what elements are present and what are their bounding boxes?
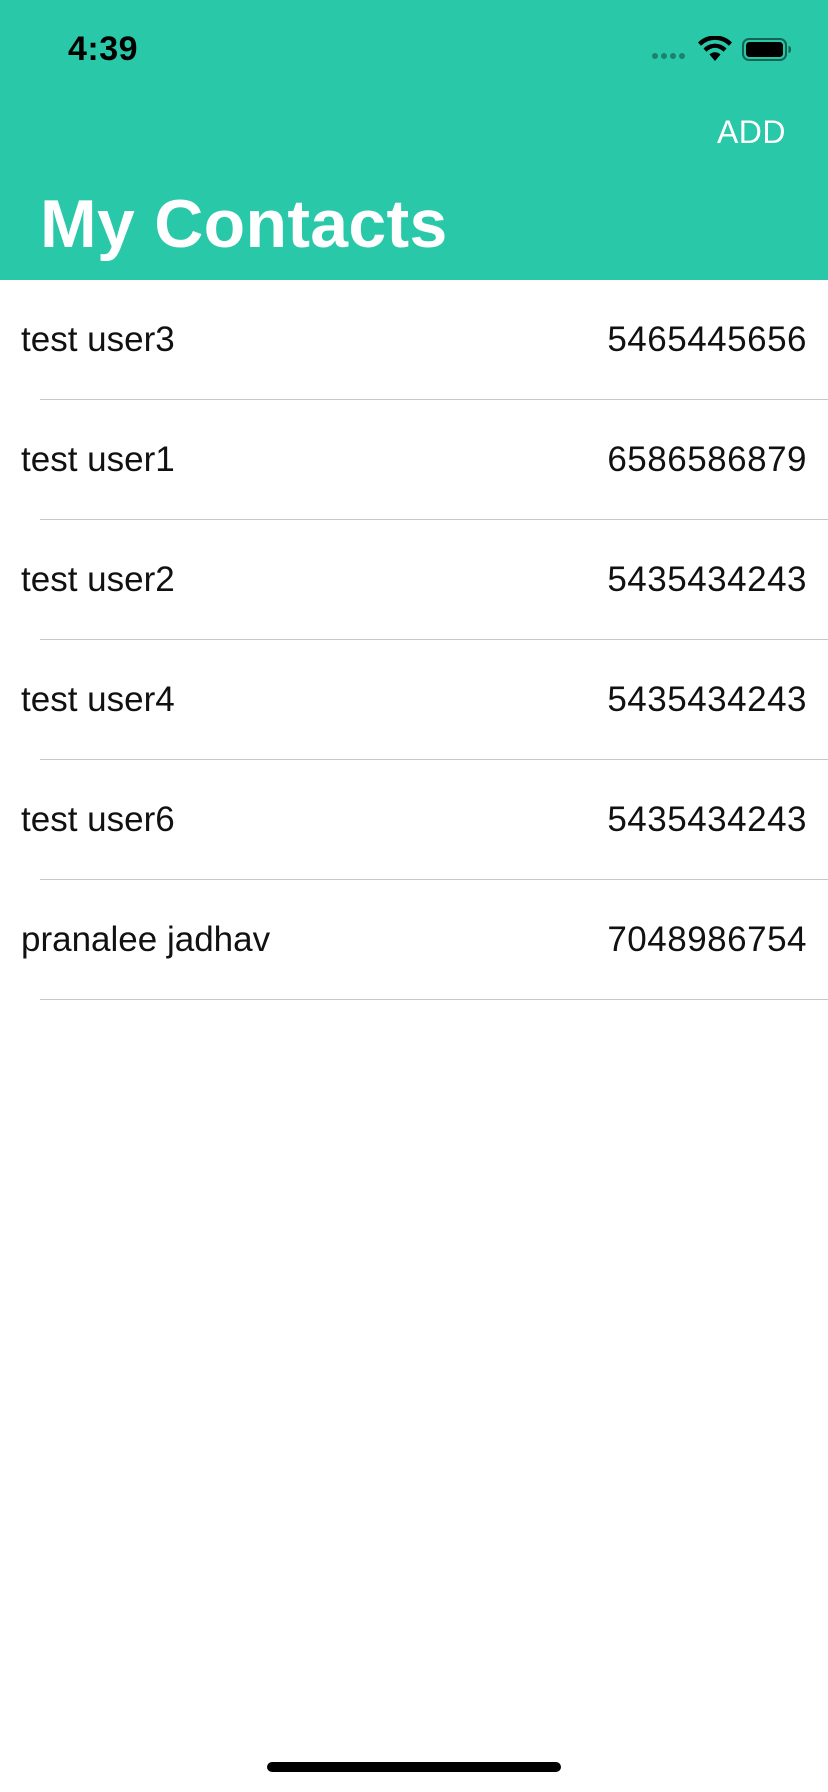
add-button[interactable]: ADD — [717, 114, 786, 151]
contact-row[interactable]: test user1 6586586879 — [0, 400, 828, 520]
contact-name: pranalee jadhav — [21, 920, 271, 959]
contact-row[interactable]: test user2 5435434243 — [0, 520, 828, 640]
contact-name: test user6 — [21, 800, 175, 839]
status-time: 4:39 — [68, 30, 139, 68]
contact-phone: 6586586879 — [607, 440, 807, 479]
row-divider — [40, 999, 828, 1000]
contact-name: test user2 — [21, 560, 175, 599]
contact-row[interactable]: test user3 5465445656 — [0, 280, 828, 400]
contact-row[interactable]: pranalee jadhav 7048986754 — [0, 880, 828, 1000]
contact-row[interactable]: test user6 5435434243 — [0, 760, 828, 880]
contact-name: test user1 — [21, 440, 175, 479]
contact-phone: 5435434243 — [607, 800, 807, 839]
home-indicator[interactable] — [267, 1762, 561, 1772]
contact-row[interactable]: test user4 5435434243 — [0, 640, 828, 760]
contact-phone: 7048986754 — [607, 920, 807, 959]
contact-name: test user4 — [21, 680, 175, 719]
contact-list: test user3 5465445656 test user1 6586586… — [0, 280, 828, 1000]
contact-phone: 5435434243 — [607, 560, 807, 599]
contact-name: test user3 — [21, 320, 175, 359]
signal-dots-icon — [652, 53, 685, 59]
contact-phone: 5465445656 — [607, 320, 807, 359]
contact-phone: 5435434243 — [607, 680, 807, 719]
wifi-icon — [698, 36, 732, 61]
page-title: My Contacts — [40, 186, 448, 262]
battery-icon — [742, 38, 791, 61]
navigation-header: 4:39 ADD My Contacts — [0, 0, 828, 280]
